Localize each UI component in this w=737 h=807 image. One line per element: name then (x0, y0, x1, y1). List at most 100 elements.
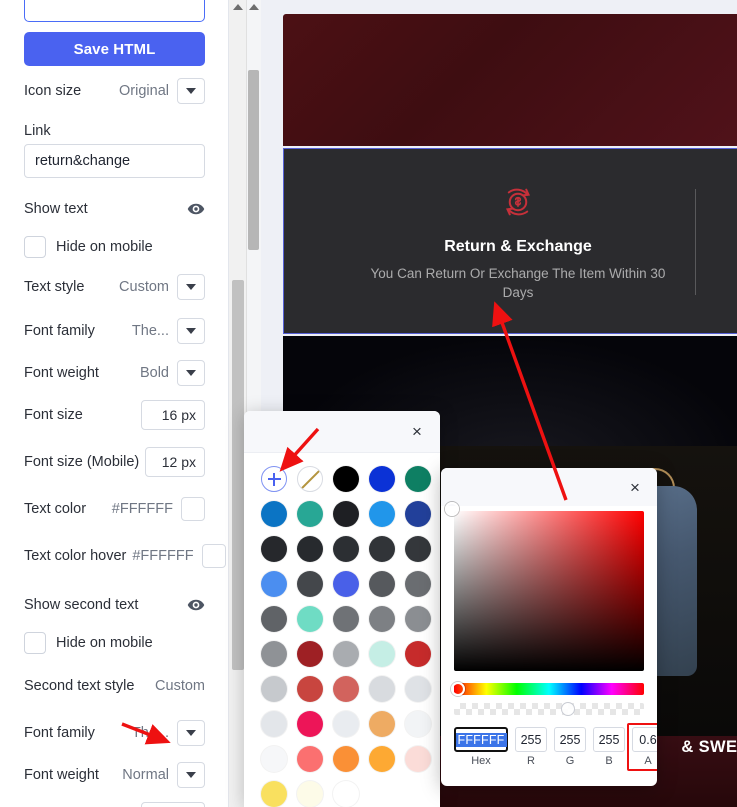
text-style-dropdown[interactable] (177, 274, 205, 301)
font-size-input-1[interactable]: 16 px (141, 400, 205, 431)
swatch-gray-9[interactable] (261, 676, 287, 702)
scroll-up-arrow-icon-inner[interactable] (249, 4, 259, 10)
swatch-gray-6[interactable] (405, 606, 431, 632)
font-weight-value-2: Normal (122, 767, 169, 784)
close-icon-swatch-popover[interactable]: × (407, 421, 427, 441)
hex-field-group: FFFFFF Hex (454, 727, 508, 767)
icon-size-value: Original (119, 83, 169, 99)
b-input[interactable]: 255 (593, 727, 625, 752)
g-input[interactable]: 255 (554, 727, 586, 752)
swatch-sand[interactable] (369, 711, 395, 737)
no-color[interactable] (297, 466, 323, 492)
swatch-ivory[interactable] (297, 781, 323, 807)
font-weight-dropdown-2[interactable] (177, 762, 205, 789)
swatch-dark-red[interactable] (297, 641, 323, 667)
swatch-yellow[interactable] (261, 781, 287, 807)
font-size-mobile-label-1: Font size (Mobile) (24, 454, 140, 471)
swatch-coral[interactable] (297, 746, 323, 772)
font-weight-dropdown-1[interactable] (177, 360, 205, 387)
eye-icon-show-text[interactable] (187, 200, 205, 218)
eye-icon-show-second-text[interactable] (187, 596, 205, 614)
swatch-gray-2[interactable] (405, 571, 431, 597)
a-input[interactable]: 0.6 (632, 727, 657, 752)
swatch-blue[interactable] (369, 466, 395, 492)
text-style-label: Text style (24, 279, 85, 296)
font-weight-value-1: Bold (139, 365, 169, 382)
inner-scrollbar-thumb[interactable] (248, 70, 259, 250)
swatch-gray-3[interactable] (261, 606, 287, 632)
link-input[interactable]: return&change (24, 144, 205, 179)
swatch-salmon-red[interactable] (333, 676, 359, 702)
icon-size-dropdown[interactable] (177, 78, 205, 104)
swatch-black[interactable] (333, 466, 359, 492)
saturation-value-handle[interactable] (445, 502, 459, 516)
swatch-dark-4[interactable] (369, 536, 395, 562)
font-family-dropdown-2[interactable] (177, 720, 205, 747)
save-html-button[interactable]: Save HTML (24, 32, 205, 66)
hue-slider-handle[interactable] (451, 682, 465, 696)
swatch-aquamarine[interactable] (297, 606, 323, 632)
return-exchange-icon (496, 180, 540, 224)
swatch-gray-11[interactable] (405, 676, 431, 702)
outer-scrollbar-thumb[interactable] (232, 280, 244, 670)
show-second-text-label: Show second text (24, 597, 139, 614)
swatch-azure[interactable] (261, 501, 287, 527)
swatch-charcoal[interactable] (297, 571, 323, 597)
swatch-amber[interactable] (369, 746, 395, 772)
close-icon-color-picker[interactable]: × (625, 477, 645, 497)
swatch-blush[interactable] (405, 746, 431, 772)
hue-slider[interactable] (451, 682, 644, 696)
swatch-gray-5[interactable] (369, 606, 395, 632)
swatch-cornflower[interactable] (261, 571, 287, 597)
text-color-hover-swatch-1[interactable] (201, 544, 226, 569)
swatch-gray-12[interactable] (261, 711, 287, 737)
settings-sidebar: Save HTML Icon size Original Link return… (0, 0, 229, 807)
font-family-dropdown-1[interactable] (177, 318, 205, 345)
text-color-swatch-1[interactable] (181, 497, 205, 522)
top-text-input[interactable] (24, 0, 205, 22)
alpha-slider[interactable] (454, 702, 644, 716)
swatch-dark-3[interactable] (333, 536, 359, 562)
swatch-white[interactable] (333, 781, 359, 807)
font-size-mobile-row-1: Font size (Mobile) 12 px (24, 440, 205, 484)
swatch-near-black[interactable] (333, 501, 359, 527)
swatch-crimson[interactable] (405, 641, 431, 667)
swatch-gray-14[interactable] (405, 711, 431, 737)
font-size-mobile-input-1[interactable]: 12 px (145, 447, 205, 478)
font-size-input-2[interactable]: 14 px (141, 802, 205, 807)
font-size-row-2: Font size 14 px (24, 800, 205, 807)
hide-on-mobile-label-2: Hide on mobile (56, 635, 153, 652)
swatch-dark-5[interactable] (405, 536, 431, 562)
chevron-down-icon (186, 772, 196, 779)
feature-block-selected[interactable]: Return & Exchange You Can Return Or Exch… (283, 148, 737, 334)
saturation-value-area[interactable] (445, 502, 644, 671)
swatch-navy[interactable] (405, 501, 431, 527)
chevron-down-icon (186, 284, 196, 291)
hide-on-mobile-checkbox-2[interactable] (24, 632, 46, 655)
feature-title: Return & Exchange (444, 238, 592, 256)
swatch-orange[interactable] (333, 746, 359, 772)
swatch-turquoise[interactable] (297, 501, 323, 527)
hide-on-mobile-checkbox-1[interactable] (24, 236, 46, 259)
swatch-gray-4[interactable] (333, 606, 359, 632)
swatch-dark-1[interactable] (261, 536, 287, 562)
scroll-up-arrow-icon-outer[interactable] (232, 4, 243, 10)
swatch-gray-13[interactable] (333, 711, 359, 737)
app-window: Save HTML Icon size Original Link return… (0, 0, 737, 807)
swatch-dark-2[interactable] (297, 536, 323, 562)
swatch-brick[interactable] (297, 676, 323, 702)
swatch-magenta-pink[interactable] (297, 711, 323, 737)
swatch-royal-blue[interactable] (333, 571, 359, 597)
hex-input[interactable]: FFFFFF (454, 727, 508, 752)
swatch-gray-1[interactable] (369, 571, 395, 597)
alpha-slider-handle[interactable] (561, 702, 575, 716)
swatch-teal-green[interactable] (405, 466, 431, 492)
swatch-pale-mint[interactable] (369, 641, 395, 667)
swatch-gray-10[interactable] (369, 676, 395, 702)
swatch-gray-15[interactable] (261, 746, 287, 772)
swatch-gray-8[interactable] (333, 641, 359, 667)
r-input[interactable]: 255 (515, 727, 547, 752)
swatch-sky[interactable] (369, 501, 395, 527)
swatch-gray-7[interactable] (261, 641, 287, 667)
add-custom-color[interactable] (261, 466, 287, 492)
